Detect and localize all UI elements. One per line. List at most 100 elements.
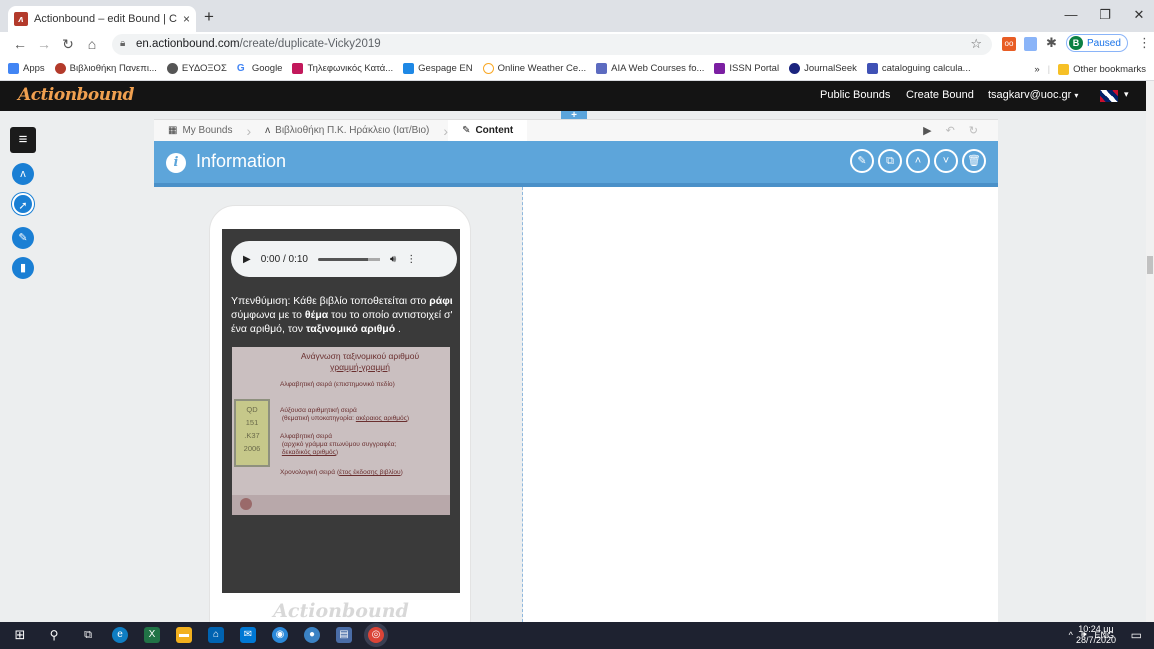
other-bookmarks-button[interactable]: Other bookmarks xyxy=(1058,63,1146,75)
browser-toolbar: ← → ↻ ⌂ 🔒︎ en.actionbound.com/create/dup… xyxy=(0,32,1154,57)
move-up-icon[interactable]: ˄ xyxy=(906,149,930,173)
folder-icon xyxy=(1058,63,1070,75)
document-icon[interactable]: ▤ xyxy=(336,627,352,643)
bookmark-item[interactable]: G Google xyxy=(236,63,282,74)
section-title: Information xyxy=(196,151,287,171)
back-icon[interactable]: ← xyxy=(12,36,28,52)
globe-icon xyxy=(166,63,178,74)
undo-icon[interactable]: ↶ xyxy=(946,124,955,137)
stats-icon[interactable]: ▮ xyxy=(12,257,34,279)
user-menu[interactable]: tsagkarv@uoc.gr ▾ xyxy=(988,89,1078,101)
slide-text: έτος έκδοσης βιβλίου xyxy=(339,469,401,476)
bookmark-label: ISSN Portal xyxy=(729,63,780,74)
bookmark-item[interactable]: Βιβλιοθήκη Πανεπι... xyxy=(54,63,157,74)
bookmarks-overflow-icon[interactable]: » xyxy=(1034,64,1039,75)
edit-icon[interactable]: ✎ xyxy=(850,149,874,173)
file-explorer-icon[interactable]: ▬ xyxy=(176,627,192,643)
tray-chevron-icon[interactable]: ^ xyxy=(1069,630,1073,640)
search-icon[interactable]: ⚲ xyxy=(46,627,62,643)
forward-icon[interactable]: → xyxy=(36,36,52,52)
restore-icon[interactable]: ❐ xyxy=(1090,7,1120,23)
bookmark-item[interactable]: cataloguing calcula... xyxy=(866,63,971,74)
slide-line-4: Χρονολογική σειρά (έτος έκδοσης βιβλίου) xyxy=(280,469,403,477)
extensions-puzzle-icon[interactable]: ✱ xyxy=(1046,35,1057,51)
profile-button[interactable]: B Paused xyxy=(1066,34,1128,52)
windows-start-icon[interactable]: ⊞ xyxy=(12,627,28,643)
bookmark-item[interactable]: Gespage EN xyxy=(403,63,473,74)
menu-icon[interactable]: ≡ xyxy=(10,127,36,153)
url-text: en.actionbound.com/create/duplicate-Vick… xyxy=(136,38,381,50)
breadcrumb-my-bounds[interactable]: ▦ My Bounds xyxy=(154,120,246,142)
browser-tab[interactable]: ᴧ Actionbound – edit Bound | Crea × xyxy=(8,6,196,32)
task-view-icon[interactable]: ⧉ xyxy=(80,627,96,643)
user-email: tsagkarv@uoc.gr xyxy=(988,89,1072,101)
app-topnav: Actionbound Public Bounds Create Bound t… xyxy=(0,81,1146,111)
reload-icon[interactable]: ↻ xyxy=(60,36,76,53)
audio-progress[interactable] xyxy=(317,257,380,261)
bookmark-item[interactable]: Online Weather Ce... xyxy=(482,63,586,74)
other-bookmarks-label: Other bookmarks xyxy=(1073,63,1146,75)
breadcrumb-content[interactable]: ✎ Content xyxy=(448,119,528,142)
actionbound-logo[interactable]: Actionbound xyxy=(18,85,134,105)
slide-line-1: Αλφαβητική σειρά (επιστημονικό πεδίο) xyxy=(280,381,395,388)
close-window-icon[interactable]: ✕ xyxy=(1124,7,1154,23)
call-number-line: .K37 xyxy=(244,431,260,440)
notifications-icon[interactable]: ▭ xyxy=(1131,628,1142,642)
bookmark-item[interactable]: AIA Web Courses fo... xyxy=(596,63,704,74)
move-down-icon[interactable]: ˅ xyxy=(934,149,958,173)
slide-line-2: Αύξουσα αριθμητική σειρά (θεματική υποκα… xyxy=(280,407,409,423)
uk-flag-icon[interactable] xyxy=(1100,90,1118,102)
redo-icon[interactable]: ↻ xyxy=(969,124,978,137)
home-icon[interactable]: ⌂ xyxy=(84,36,100,52)
scrollbar-thumb[interactable] xyxy=(1147,256,1153,274)
text-bold: ταξινομικό αριθμό xyxy=(305,323,396,335)
play-icon[interactable]: ▶ xyxy=(923,124,931,137)
slide-text: Αλφαβητική σειρά xyxy=(280,433,333,440)
browser-tabstrip: ᴧ Actionbound – edit Bound | Crea × + — … xyxy=(0,0,1154,32)
duplicate-icon[interactable]: ⧉ xyxy=(878,149,902,173)
extension-icon[interactable]: oo xyxy=(1002,37,1016,51)
extension-doc-icon[interactable] xyxy=(1024,37,1037,51)
clock[interactable]: 10:24 μμ 28/7/2020 xyxy=(1076,624,1116,646)
store-icon[interactable]: ⌂ xyxy=(208,627,224,643)
bookmark-apps[interactable]: Apps xyxy=(8,63,45,74)
browser-menu-icon[interactable]: ⋮ xyxy=(1138,35,1151,51)
excel-icon[interactable]: X xyxy=(144,627,160,643)
chrome-icon[interactable]: ◎ xyxy=(368,627,384,643)
bookmark-item[interactable]: JournalSeek xyxy=(789,63,857,74)
volume-icon[interactable]: 🔊︎ xyxy=(390,254,396,265)
browser-icon[interactable]: ◉ xyxy=(272,627,288,643)
audio-player[interactable]: ▶ 0:00 / 0:10 🔊︎ ⋮ xyxy=(231,241,457,277)
wrench-icon[interactable]: ✎ xyxy=(12,227,34,249)
language-chevron-icon[interactable]: ▾ xyxy=(1124,89,1129,100)
issn-icon xyxy=(714,63,726,74)
slide-title: Ανάγνωση ταξινομικού αριθμού γραμμή-γραμμ… xyxy=(280,351,440,373)
journalseek-icon xyxy=(789,63,801,74)
media-icon[interactable]: ● xyxy=(304,627,320,643)
address-bar[interactable]: 🔒︎ en.actionbound.com/create/duplicate-V… xyxy=(112,34,992,55)
compass-icon[interactable]: ➚ xyxy=(12,193,34,215)
bookmark-item[interactable]: ISSN Portal xyxy=(714,63,779,74)
bookmark-item[interactable]: Τηλεφωνικός Κατά... xyxy=(292,63,393,74)
tab-close-icon[interactable]: × xyxy=(183,12,190,26)
slide-text: δεκαδικός αριθμός xyxy=(281,449,336,456)
text-part: σύμφωνα με το xyxy=(231,309,305,321)
bookmark-label: ΕΥΔΟΞΟΣ xyxy=(181,63,227,74)
mail-icon[interactable]: ✉ xyxy=(240,627,256,643)
bookmark-item[interactable]: ΕΥΔΟΞΟΣ xyxy=(166,63,227,74)
create-bound-link[interactable]: Create Bound xyxy=(906,89,974,101)
edge-icon[interactable]: e xyxy=(112,627,128,643)
delete-icon[interactable]: 🗑︎ xyxy=(962,149,986,173)
bound-icon[interactable]: ᴧ xyxy=(12,163,34,185)
minimize-icon[interactable]: — xyxy=(1056,7,1086,22)
play-icon[interactable]: ▶ xyxy=(243,254,251,265)
more-options-icon[interactable]: ⋮ xyxy=(406,254,416,265)
breadcrumb-bound[interactable]: ᴧ Βιβλιοθήκη Π.Κ. Ηράκλειο (Ιατ/Βιο) xyxy=(251,120,443,142)
information-header: i Information ✎ ⧉ ˄ ˅ 🗑︎ xyxy=(154,141,998,187)
new-tab-button[interactable]: + xyxy=(204,7,214,27)
audio-time: 0:00 / 0:10 xyxy=(260,253,308,265)
page-scrollbar[interactable] xyxy=(1146,81,1154,622)
bookmark-star-icon[interactable]: ☆ xyxy=(970,36,982,52)
public-bounds-link[interactable]: Public Bounds xyxy=(820,89,890,101)
phone-screen: ▶ 0:00 / 0:10 🔊︎ ⋮ Υπενθύμιση: Κάθε βιβλ… xyxy=(222,229,460,593)
